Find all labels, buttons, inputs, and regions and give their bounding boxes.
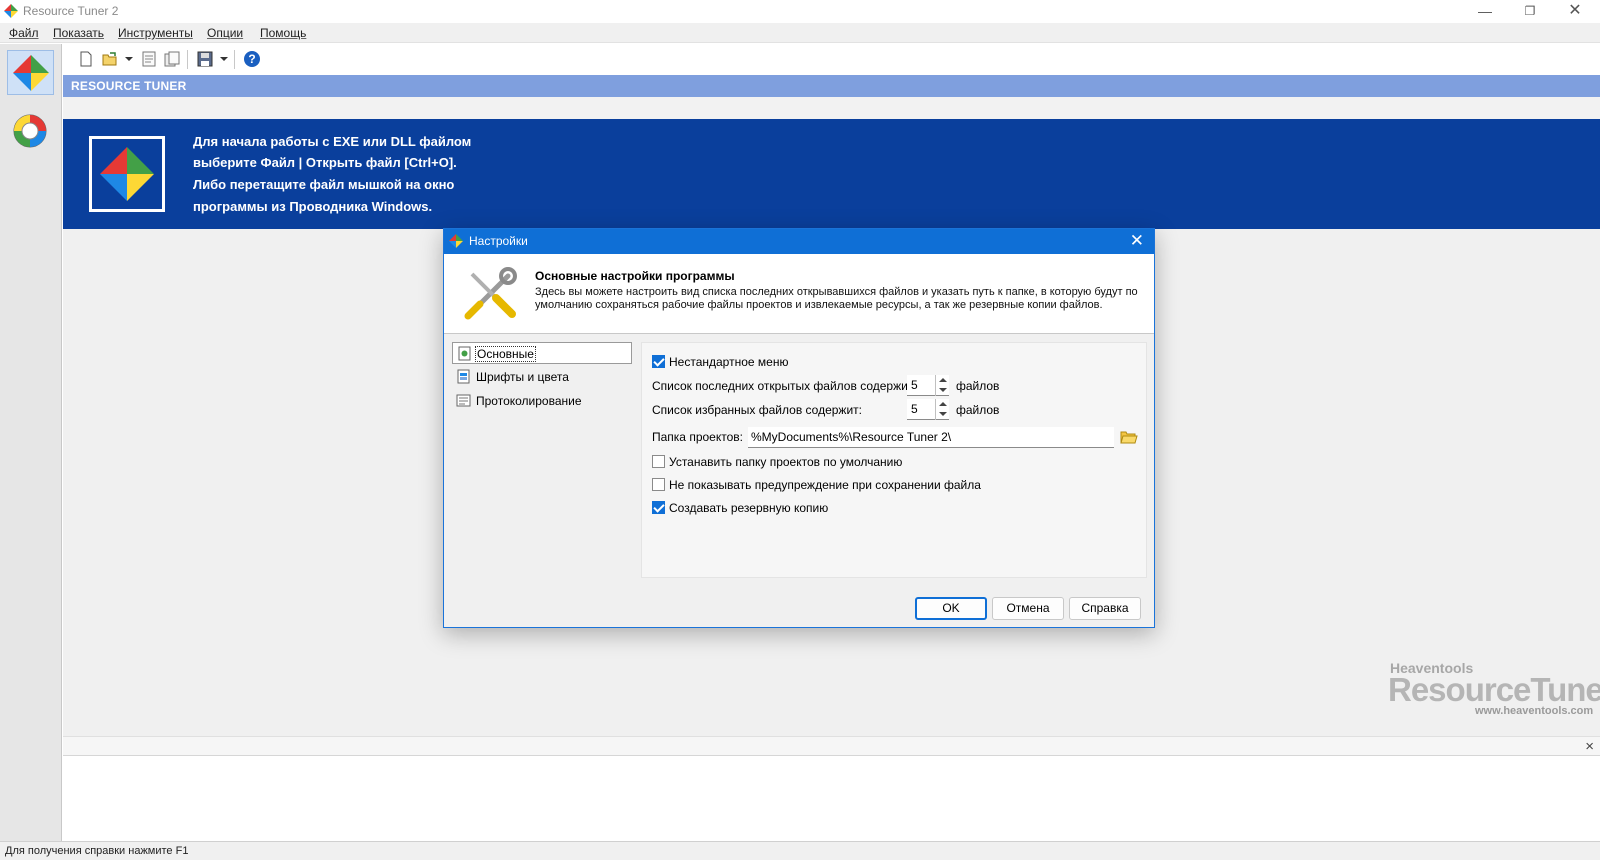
settings-tree: Основные Шрифты и цвета Протоколирование bbox=[452, 342, 636, 578]
save-dropdown-arrow-icon[interactable] bbox=[220, 57, 228, 61]
copy-icon[interactable] bbox=[163, 50, 181, 68]
banner-text-line: Либо перетащите файл мышкой на окно bbox=[193, 177, 455, 192]
project-folder-field[interactable] bbox=[748, 427, 1114, 448]
toolbar-separator bbox=[187, 50, 188, 69]
settings-panel: Нестандартное меню Список последних откр… bbox=[641, 342, 1147, 578]
toolbar-separator bbox=[234, 50, 235, 69]
fonts-colors-icon bbox=[457, 369, 470, 384]
output-panel bbox=[63, 756, 1600, 841]
recent-files-unit: файлов bbox=[956, 379, 1000, 393]
menu-help[interactable]: Помощь bbox=[260, 26, 306, 40]
dialog-title: Настройки bbox=[469, 234, 528, 248]
browse-folder-icon[interactable] bbox=[1120, 429, 1138, 445]
no-save-warning-checkbox[interactable] bbox=[652, 478, 665, 491]
spin-up-icon[interactable] bbox=[939, 402, 947, 406]
open-dropdown-arrow-icon[interactable] bbox=[125, 57, 133, 61]
app-logo-icon bbox=[449, 234, 463, 248]
banner-logo bbox=[89, 136, 165, 212]
status-bar: Для получения справки нажмите F1 bbox=[0, 841, 1600, 860]
settings-dialog: Настройки ✕ Основные настройки программы… bbox=[443, 228, 1155, 628]
dialog-title-bar: Настройки ✕ bbox=[444, 229, 1154, 254]
tree-item-label: Протоколирование bbox=[476, 394, 582, 408]
window-title: Resource Tuner 2 bbox=[23, 4, 119, 18]
favorite-files-value: 5 bbox=[911, 402, 918, 416]
cancel-button[interactable]: Отмена bbox=[992, 597, 1064, 620]
create-backup-checkbox[interactable] bbox=[652, 501, 665, 514]
brand-product: ResourceTuner bbox=[1388, 671, 1600, 708]
dialog-close-button[interactable]: ✕ bbox=[1130, 231, 1144, 251]
color-wheel-icon[interactable] bbox=[11, 112, 49, 150]
resource-tuner-logo-icon bbox=[13, 55, 49, 91]
tree-item-fonts-colors[interactable]: Шрифты и цвета bbox=[452, 366, 632, 388]
banner-text-line: Для начала работы с EXE или DLL файлом bbox=[193, 134, 472, 149]
logging-icon bbox=[456, 394, 471, 407]
tree-item-label: Основные bbox=[475, 346, 536, 362]
spin-down-icon[interactable] bbox=[939, 412, 947, 416]
create-backup-label: Создавать резервную копию bbox=[669, 501, 829, 515]
minimize-button[interactable]: — bbox=[1462, 0, 1508, 23]
spinner-buttons[interactable] bbox=[935, 375, 949, 396]
custom-menu-label: Нестандартное меню bbox=[669, 355, 789, 369]
menu-bar: Файл Показать Инструменты Опции Помощь bbox=[0, 23, 1600, 43]
ok-button[interactable]: OK bbox=[915, 597, 987, 620]
brand-url: www.heaventools.com bbox=[1475, 705, 1594, 717]
status-text: Для получения справки нажмите F1 bbox=[5, 845, 189, 857]
custom-menu-checkbox[interactable] bbox=[652, 355, 665, 368]
close-window-button[interactable]: ✕ bbox=[1552, 0, 1598, 23]
tree-item-general[interactable]: Основные bbox=[452, 342, 632, 364]
banner-text-line: выберите Файл | Открыть файл [Ctrl+O]. bbox=[193, 155, 457, 170]
properties-icon[interactable] bbox=[140, 50, 158, 68]
tools-icon bbox=[464, 267, 517, 320]
recent-files-label: Список последних открытых файлов содержи… bbox=[652, 379, 917, 393]
close-output-panel-icon[interactable]: × bbox=[1585, 738, 1594, 755]
resource-tuner-header: RESOURCE TUNER bbox=[63, 75, 1600, 97]
resource-tuner-shortcut-button[interactable] bbox=[7, 50, 54, 95]
open-file-icon[interactable] bbox=[101, 50, 119, 68]
header-spacer bbox=[63, 97, 1600, 119]
header-label: RESOURCE TUNER bbox=[71, 79, 187, 93]
spin-up-icon[interactable] bbox=[939, 378, 947, 382]
recent-files-spinner[interactable]: 5 bbox=[907, 375, 949, 396]
help-button[interactable]: Справка bbox=[1069, 597, 1141, 620]
help-icon[interactable]: ? bbox=[243, 50, 261, 68]
recent-files-value: 5 bbox=[911, 378, 918, 392]
menu-options[interactable]: Опции bbox=[207, 26, 243, 40]
menu-tools[interactable]: Инструменты bbox=[118, 26, 193, 40]
spin-down-icon[interactable] bbox=[939, 388, 947, 392]
dialog-description: Здесь вы можете настроить вид списка пос… bbox=[535, 286, 1138, 311]
set-default-folder-label: Устанавить папку проектов по умолчанию bbox=[669, 455, 903, 469]
menu-view[interactable]: Показать bbox=[53, 26, 104, 40]
dialog-header: Основные настройки программы Здесь вы мо… bbox=[444, 254, 1154, 334]
toolbar: ? bbox=[63, 44, 1600, 75]
spinner-buttons[interactable] bbox=[935, 399, 949, 420]
dialog-heading: Основные настройки программы bbox=[535, 269, 735, 283]
left-shortcut-panel bbox=[0, 44, 62, 841]
project-folder-input[interactable] bbox=[748, 427, 1114, 447]
new-file-icon[interactable] bbox=[77, 50, 95, 68]
resource-tuner-logo-icon bbox=[100, 147, 154, 201]
project-folder-label: Папка проектов: bbox=[652, 430, 743, 444]
tree-item-label: Шрифты и цвета bbox=[476, 370, 569, 384]
svg-text:?: ? bbox=[248, 52, 255, 66]
app-logo-icon bbox=[4, 4, 18, 18]
tree-item-logging[interactable]: Протоколирование bbox=[452, 390, 632, 412]
favorite-files-spinner[interactable]: 5 bbox=[907, 399, 949, 420]
restore-button[interactable]: ❐ bbox=[1507, 0, 1553, 23]
title-bar: Resource Tuner 2 — ❐ ✕ bbox=[0, 0, 1600, 23]
welcome-banner: Для начала работы с EXE или DLL файлом в… bbox=[63, 119, 1600, 229]
favorite-files-unit: файлов bbox=[956, 403, 1000, 417]
set-default-folder-checkbox[interactable] bbox=[652, 455, 665, 468]
save-icon[interactable] bbox=[196, 50, 214, 68]
favorite-files-label: Список избранных файлов содержит: bbox=[652, 403, 862, 417]
menu-file[interactable]: Файл bbox=[9, 26, 39, 40]
banner-text-line: программы из Проводника Windows. bbox=[193, 199, 433, 214]
output-panel-header: × bbox=[63, 736, 1600, 756]
general-settings-icon bbox=[458, 346, 471, 361]
no-save-warning-label: Не показывать предупреждение при сохране… bbox=[669, 478, 981, 492]
